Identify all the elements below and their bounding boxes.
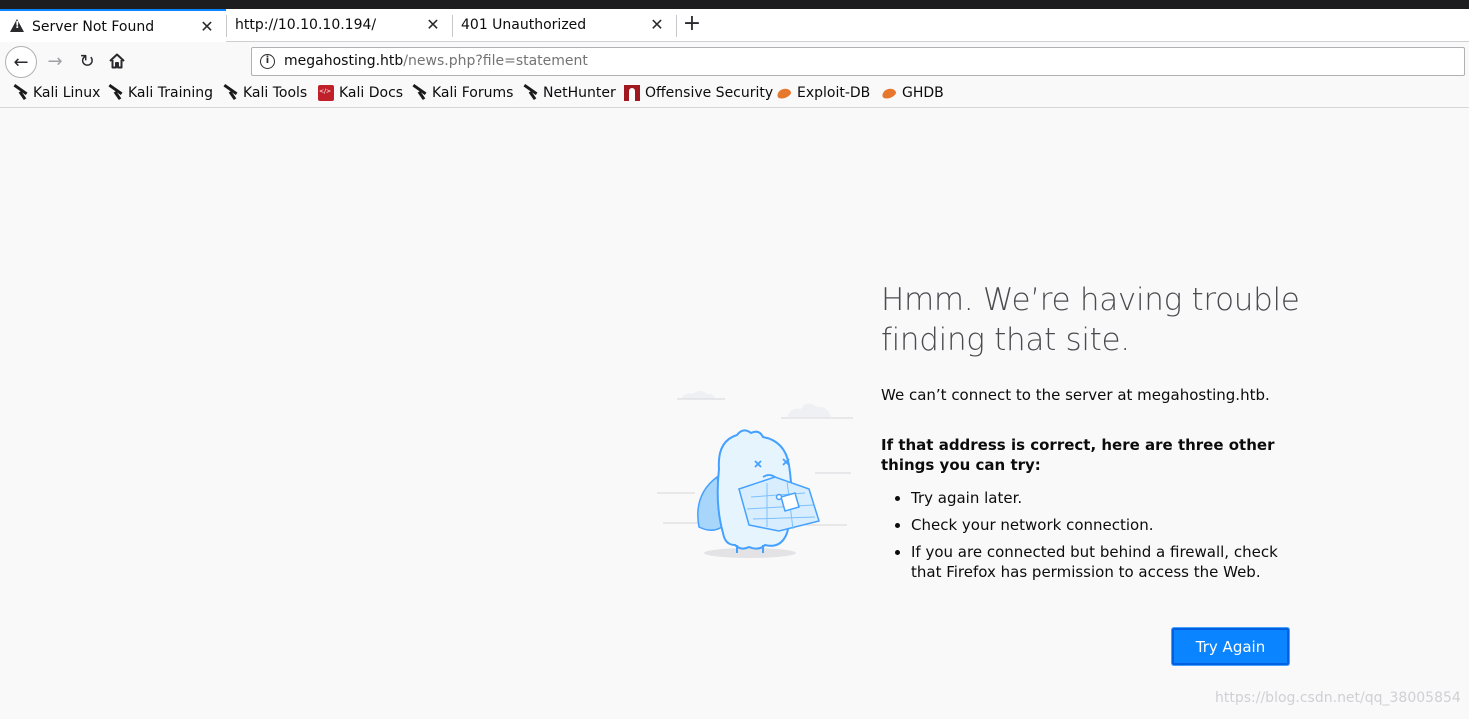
tab-label: http://10.10.10.194/ <box>235 17 377 33</box>
bookmark-label: Kali Forums <box>432 85 514 101</box>
tab-label: Server Not Found <box>32 19 155 35</box>
bookmark-kali-linux[interactable]: Kali Linux <box>12 85 100 101</box>
url-host: megahosting.htb <box>284 53 404 69</box>
exploit-db-icon <box>881 85 897 101</box>
bookmark-label: Kali Training <box>128 85 213 101</box>
tab-401-unauthorized[interactable]: 401 Unauthorized ✕ <box>452 9 676 42</box>
kali-icon <box>522 85 538 101</box>
bookmark-kali-docs[interactable]: Kali Docs <box>318 85 403 101</box>
url-path: /news.php?file=statement <box>403 53 588 69</box>
bookmark-kali-training[interactable]: Kali Training <box>107 85 213 101</box>
close-icon[interactable]: ✕ <box>648 15 666 34</box>
bookmark-exploit-db[interactable]: Exploit-DB <box>776 85 870 101</box>
bookmark-nethunter[interactable]: NetHunter <box>522 85 616 101</box>
home-icon <box>109 53 125 69</box>
suggestions-list: Try again later. Check your network conn… <box>895 488 1295 589</box>
navigation-toolbar: ← → ↻ i megahosting.htb/news.php?file=st… <box>0 43 1469 80</box>
url-text[interactable]: megahosting.htb/news.php?file=statement <box>284 53 588 69</box>
exploit-db-icon <box>776 85 792 101</box>
bookmark-label: NetHunter <box>543 85 616 101</box>
forward-button[interactable]: → <box>42 48 68 74</box>
bookmark-label: Kali Tools <box>243 85 308 101</box>
error-lead-text: We can’t connect to the server at megaho… <box>881 386 1270 404</box>
kali-docs-icon <box>318 85 334 101</box>
kali-icon <box>222 85 238 101</box>
bookmark-label: GHDB <box>902 85 944 101</box>
bookmark-label: Exploit-DB <box>797 85 871 101</box>
warning-icon <box>10 19 24 32</box>
offsec-icon <box>624 85 640 101</box>
watermark-text: https://blog.csdn.net/qq_38005854 <box>1215 690 1461 706</box>
bookmark-label: Offensive Security <box>645 85 774 101</box>
close-icon[interactable]: ✕ <box>198 17 216 36</box>
suggestion-item: If you are connected but behind a firewa… <box>895 542 1295 582</box>
bookmark-label: Kali Linux <box>33 85 101 101</box>
bookmarks-toolbar: Kali Linux Kali Training Kali Tools Kali… <box>0 80 1469 108</box>
bookmark-ghdb[interactable]: GHDB <box>881 85 944 101</box>
new-tab-button[interactable]: + <box>680 11 704 36</box>
window-top-strip <box>0 0 1469 9</box>
reload-button[interactable]: ↻ <box>74 48 100 74</box>
kali-icon <box>12 85 28 101</box>
home-button[interactable] <box>104 48 130 74</box>
info-icon[interactable]: i <box>260 54 275 69</box>
suggestions-heading: If that address is correct, here are thr… <box>881 436 1275 474</box>
bookmark-offensive-security[interactable]: Offensive Security <box>624 85 773 101</box>
try-again-button[interactable]: Try Again <box>1172 628 1289 665</box>
bookmark-kali-forums[interactable]: Kali Forums <box>411 85 513 101</box>
url-bar[interactable]: i megahosting.htb/news.php?file=statemen… <box>251 47 1465 76</box>
bookmark-label: Kali Docs <box>339 85 404 101</box>
error-title: Hmm. We’re having trouble finding that s… <box>881 282 1300 358</box>
tab-separator <box>676 15 677 37</box>
tab-bar: Server Not Found ✕ http://10.10.10.194/ … <box>0 9 1469 42</box>
tab-server-not-found[interactable]: Server Not Found ✕ <box>0 9 226 42</box>
tab-label: 401 Unauthorized <box>461 17 587 33</box>
close-icon[interactable]: ✕ <box>424 15 442 34</box>
lost-dinosaur-illustration <box>657 391 853 558</box>
bookmark-kali-tools[interactable]: Kali Tools <box>222 85 307 101</box>
back-button[interactable]: ← <box>5 46 37 78</box>
tab-http-10-10-10-194[interactable]: http://10.10.10.194/ ✕ <box>226 9 452 42</box>
suggestion-item: Try again later. <box>895 488 1295 508</box>
kali-icon <box>411 85 427 101</box>
suggestion-item: Check your network connection. <box>895 515 1295 535</box>
kali-icon <box>107 85 123 101</box>
